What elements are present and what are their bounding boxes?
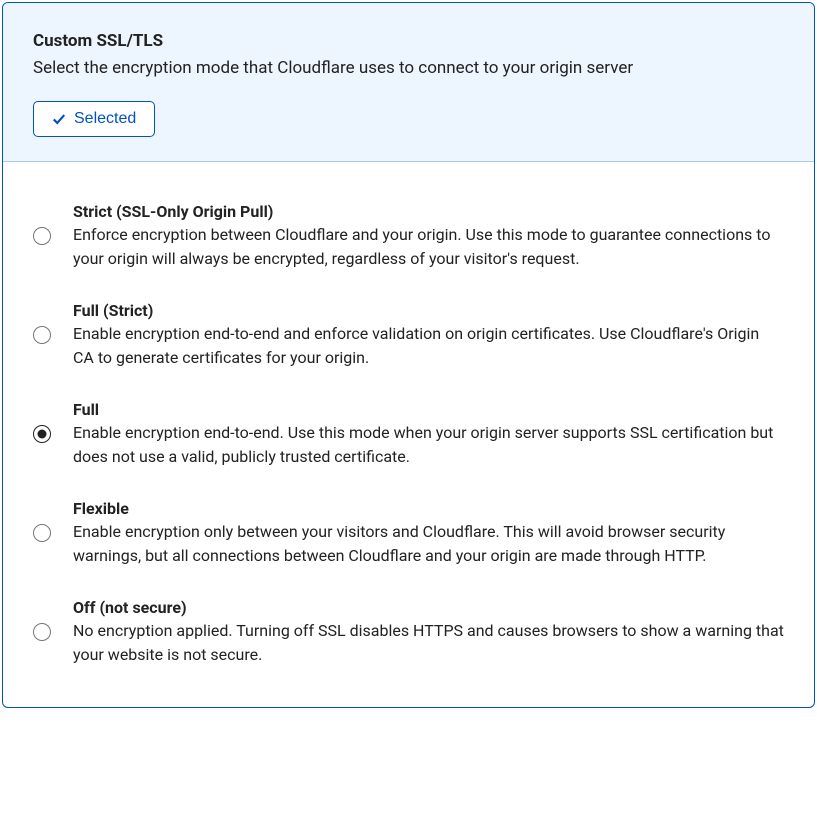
radio-wrapper — [33, 524, 51, 542]
radio-full[interactable] — [33, 425, 51, 443]
option-title: Flexible — [73, 499, 784, 518]
option-content: Strict (SSL-Only Origin Pull) Enforce en… — [73, 202, 784, 271]
ssl-mode-card: Custom SSL/TLS Select the encryption mod… — [2, 2, 815, 708]
option-strict[interactable]: Strict (SSL-Only Origin Pull) Enforce en… — [33, 202, 784, 271]
option-desc: Enable encryption only between your visi… — [73, 520, 784, 568]
option-desc: No encryption applied. Turning off SSL d… — [73, 619, 784, 667]
option-content: Full (Strict) Enable encryption end-to-e… — [73, 301, 784, 370]
selected-button-label: Selected — [74, 110, 136, 128]
radio-flexible[interactable] — [33, 524, 51, 542]
radio-off[interactable] — [33, 623, 51, 641]
option-full-strict[interactable]: Full (Strict) Enable encryption end-to-e… — [33, 301, 784, 370]
radio-wrapper — [33, 425, 51, 443]
radio-full-strict[interactable] — [33, 326, 51, 344]
radio-strict[interactable] — [33, 227, 51, 245]
card-subtitle: Select the encryption mode that Cloudfla… — [33, 56, 784, 81]
radio-wrapper — [33, 227, 51, 245]
radio-wrapper — [33, 623, 51, 641]
option-title: Strict (SSL-Only Origin Pull) — [73, 202, 784, 221]
check-icon — [52, 112, 66, 126]
option-desc: Enable encryption end-to-end and enforce… — [73, 322, 784, 370]
option-full[interactable]: Full Enable encryption end-to-end. Use t… — [33, 400, 784, 469]
option-title: Off (not secure) — [73, 598, 784, 617]
option-content: Flexible Enable encryption only between … — [73, 499, 784, 568]
selected-button[interactable]: Selected — [33, 101, 155, 137]
option-title: Full (Strict) — [73, 301, 784, 320]
card-title: Custom SSL/TLS — [33, 31, 784, 51]
option-flexible[interactable]: Flexible Enable encryption only between … — [33, 499, 784, 568]
option-desc: Enforce encryption between Cloudflare an… — [73, 223, 784, 271]
option-content: Off (not secure) No encryption applied. … — [73, 598, 784, 667]
card-body: Strict (SSL-Only Origin Pull) Enforce en… — [3, 162, 814, 707]
option-title: Full — [73, 400, 784, 419]
option-content: Full Enable encryption end-to-end. Use t… — [73, 400, 784, 469]
radio-wrapper — [33, 326, 51, 344]
card-header: Custom SSL/TLS Select the encryption mod… — [3, 3, 814, 162]
option-off[interactable]: Off (not secure) No encryption applied. … — [33, 598, 784, 667]
option-desc: Enable encryption end-to-end. Use this m… — [73, 421, 784, 469]
